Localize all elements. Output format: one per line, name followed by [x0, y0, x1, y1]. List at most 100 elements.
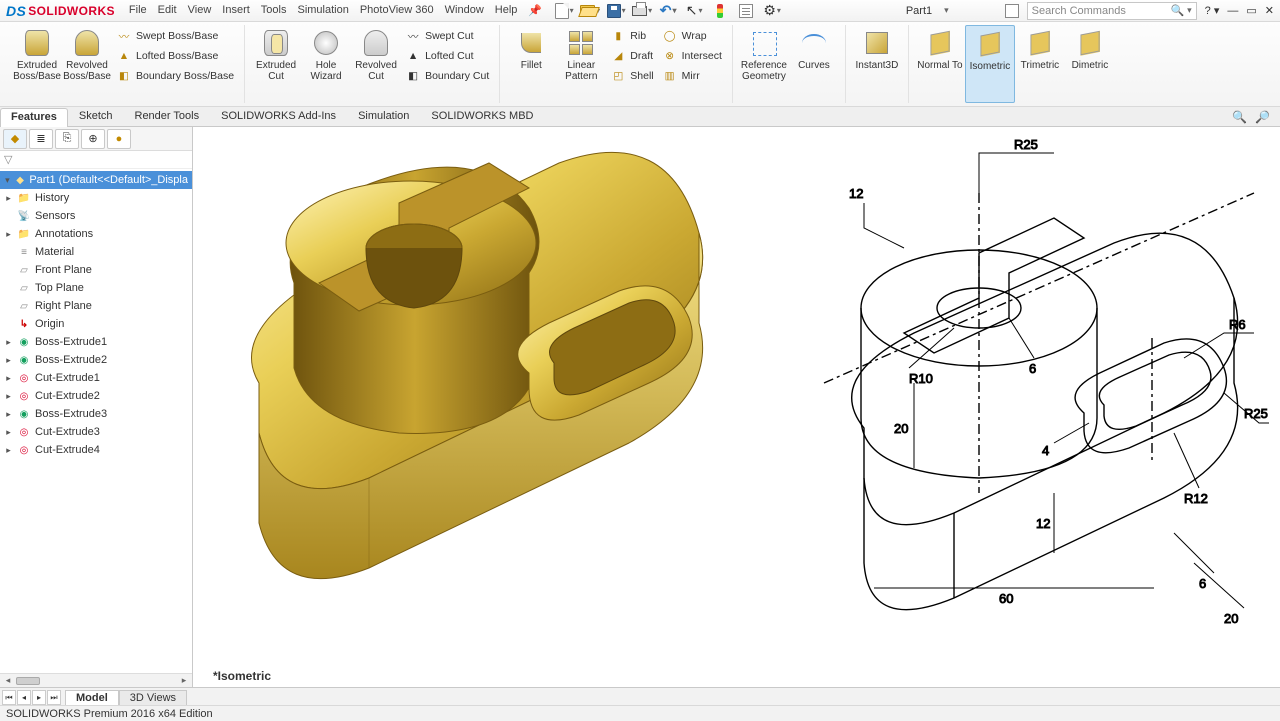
tree-node[interactable]: ↳Origin [0, 315, 192, 333]
shell-button[interactable]: ◰Shell [610, 68, 653, 84]
lofted-boss-button[interactable]: ▲Lofted Boss/Base [116, 48, 234, 64]
intersect-button[interactable]: ⊗Intersect [662, 48, 722, 64]
swept-cut-button[interactable]: 〰Swept Cut [405, 28, 489, 44]
close-button[interactable]: ✕ [1265, 4, 1274, 17]
dimetric-button[interactable]: Dimetric [1065, 25, 1115, 103]
fm-tab-tree[interactable]: ◆ [3, 129, 27, 149]
tab-sw-mbd[interactable]: SOLIDWORKS MBD [420, 107, 544, 126]
tab-render-tools[interactable]: Render Tools [124, 107, 211, 126]
reference-geometry-button[interactable]: Reference Geometry [739, 25, 789, 103]
undo-button[interactable]: ↶ [658, 1, 678, 21]
trimetric-button[interactable]: Trimetric [1015, 25, 1065, 103]
tree-twisty-icon[interactable]: ▸ [4, 427, 13, 438]
tab-simulation[interactable]: Simulation [347, 107, 420, 126]
sheet-first-icon[interactable]: ⏮ [2, 690, 16, 705]
print-button[interactable] [632, 1, 652, 21]
menu-pin-icon[interactable]: 📌 [528, 4, 542, 17]
normal-to-button[interactable]: Normal To [915, 25, 965, 103]
tab-features[interactable]: Features [0, 108, 68, 127]
search-dropdown-icon[interactable]: ▾ [1187, 5, 1192, 16]
save-button[interactable] [606, 1, 626, 21]
tree-twisty-icon[interactable]: ▸ [4, 355, 13, 366]
rib-button[interactable]: ▮Rib [610, 28, 653, 44]
linear-pattern-button[interactable]: Linear Pattern [556, 25, 606, 103]
mirror-button[interactable]: ▥Mirr [662, 68, 722, 84]
select-button[interactable]: ↖ [684, 1, 704, 21]
restore-button[interactable]: ▭ [1246, 4, 1256, 17]
zoom-area-icon[interactable]: 🔎 [1255, 110, 1270, 124]
tree-root[interactable]: ▾ ◆ Part1 (Default<<Default>_Displa [0, 171, 192, 189]
tree-twisty-icon[interactable]: ▸ [4, 373, 13, 384]
doc-dropdown-icon[interactable]: ▾ [944, 5, 949, 16]
fm-tab-display[interactable]: ● [107, 129, 131, 149]
open-button[interactable] [580, 1, 600, 21]
tree-node[interactable]: ▱Right Plane [0, 297, 192, 315]
scroll-thumb[interactable] [16, 677, 40, 685]
rebuild-button[interactable] [710, 1, 730, 21]
scroll-right-icon[interactable]: ▸ [178, 675, 190, 686]
tab-3d-views[interactable]: 3D Views [119, 690, 187, 705]
tree-node[interactable]: ▸📁Annotations [0, 225, 192, 243]
tree-twisty-icon[interactable]: ▸ [4, 409, 13, 420]
revolved-cut-button[interactable]: Revolved Cut [351, 25, 401, 103]
menu-insert[interactable]: Insert [222, 4, 250, 17]
wrap-button[interactable]: ◯Wrap [662, 28, 722, 44]
zoom-to-fit-icon[interactable]: 🔍 [1232, 110, 1247, 124]
menu-simulation[interactable]: Simulation [297, 4, 348, 17]
hole-wizard-button[interactable]: Hole Wizard [301, 25, 351, 103]
feature-filter-bar[interactable]: ▽ [0, 151, 192, 169]
options-button[interactable]: ⚙ [762, 1, 782, 21]
tree-node[interactable]: ▸◉Boss-Extrude3 [0, 405, 192, 423]
boundary-boss-button[interactable]: ◧Boundary Boss/Base [116, 68, 234, 84]
tree-node[interactable]: ▸◎Cut-Extrude2 [0, 387, 192, 405]
sheet-last-icon[interactable]: ⏭ [47, 690, 61, 705]
tree-node[interactable]: 📡Sensors [0, 207, 192, 225]
tree-twisty-icon[interactable]: ▸ [4, 193, 13, 204]
tree-twisty-icon[interactable]: ▸ [4, 229, 13, 240]
doc-props-button[interactable] [736, 1, 756, 21]
fm-tab-config[interactable]: ⎘ [55, 129, 79, 149]
tree-node[interactable]: ▸◎Cut-Extrude1 [0, 369, 192, 387]
tree-node[interactable]: ▸◎Cut-Extrude3 [0, 423, 192, 441]
menu-tools[interactable]: Tools [261, 4, 287, 17]
graphics-viewport[interactable]: R25 12 R10 6 20 R6 4 12 R25 R12 60 6 20 … [193, 127, 1280, 687]
menu-file[interactable]: File [129, 4, 147, 17]
revolved-boss-button[interactable]: Revolved Boss/Base [62, 25, 112, 103]
tree-node[interactable]: ▸◉Boss-Extrude2 [0, 351, 192, 369]
tree-twisty-icon[interactable]: ▸ [4, 445, 13, 456]
menu-help[interactable]: Help [495, 4, 518, 17]
minimize-button[interactable]: — [1227, 5, 1238, 17]
sw-resources-icon[interactable] [1005, 4, 1019, 18]
tab-sw-addins[interactable]: SOLIDWORKS Add-Ins [210, 107, 347, 126]
sheet-prev-icon[interactable]: ◂ [17, 690, 31, 705]
fm-horizontal-scrollbar[interactable]: ◂ ▸ [0, 673, 192, 687]
menu-edit[interactable]: Edit [158, 4, 177, 17]
fillet-button[interactable]: Fillet [506, 25, 556, 103]
tree-node[interactable]: ▸◉Boss-Extrude1 [0, 333, 192, 351]
curves-button[interactable]: Curves [789, 25, 839, 103]
menu-window[interactable]: Window [445, 4, 484, 17]
tab-sketch[interactable]: Sketch [68, 107, 124, 126]
tree-node[interactable]: ▱Top Plane [0, 279, 192, 297]
fm-tab-property[interactable]: ≣ [29, 129, 53, 149]
lofted-cut-button[interactable]: ▲Lofted Cut [405, 48, 489, 64]
menu-photoview[interactable]: PhotoView 360 [360, 4, 434, 17]
tree-node[interactable]: ≡Material [0, 243, 192, 261]
tab-model[interactable]: Model [65, 690, 119, 705]
new-doc-button[interactable] [554, 1, 574, 21]
tree-twisty-icon[interactable]: ▸ [4, 337, 13, 348]
sheet-next-icon[interactable]: ▸ [32, 690, 46, 705]
extruded-cut-button[interactable]: Extruded Cut [251, 25, 301, 103]
swept-boss-button[interactable]: 〰Swept Boss/Base [116, 28, 234, 44]
tree-node[interactable]: ▱Front Plane [0, 261, 192, 279]
extruded-boss-button[interactable]: Extruded Boss/Base [12, 25, 62, 103]
help-button[interactable]: ? ▾ [1205, 4, 1220, 17]
tree-twisty-icon[interactable]: ▸ [4, 391, 13, 402]
scroll-left-icon[interactable]: ◂ [2, 675, 14, 686]
draft-button[interactable]: ◢Draft [610, 48, 653, 64]
tree-node[interactable]: ▸◎Cut-Extrude4 [0, 441, 192, 459]
isometric-button[interactable]: Isometric [965, 25, 1015, 103]
boundary-cut-button[interactable]: ◧Boundary Cut [405, 68, 489, 84]
tree-twisty-icon[interactable]: ▾ [4, 175, 11, 186]
fm-tab-dimxpert[interactable]: ⊕ [81, 129, 105, 149]
